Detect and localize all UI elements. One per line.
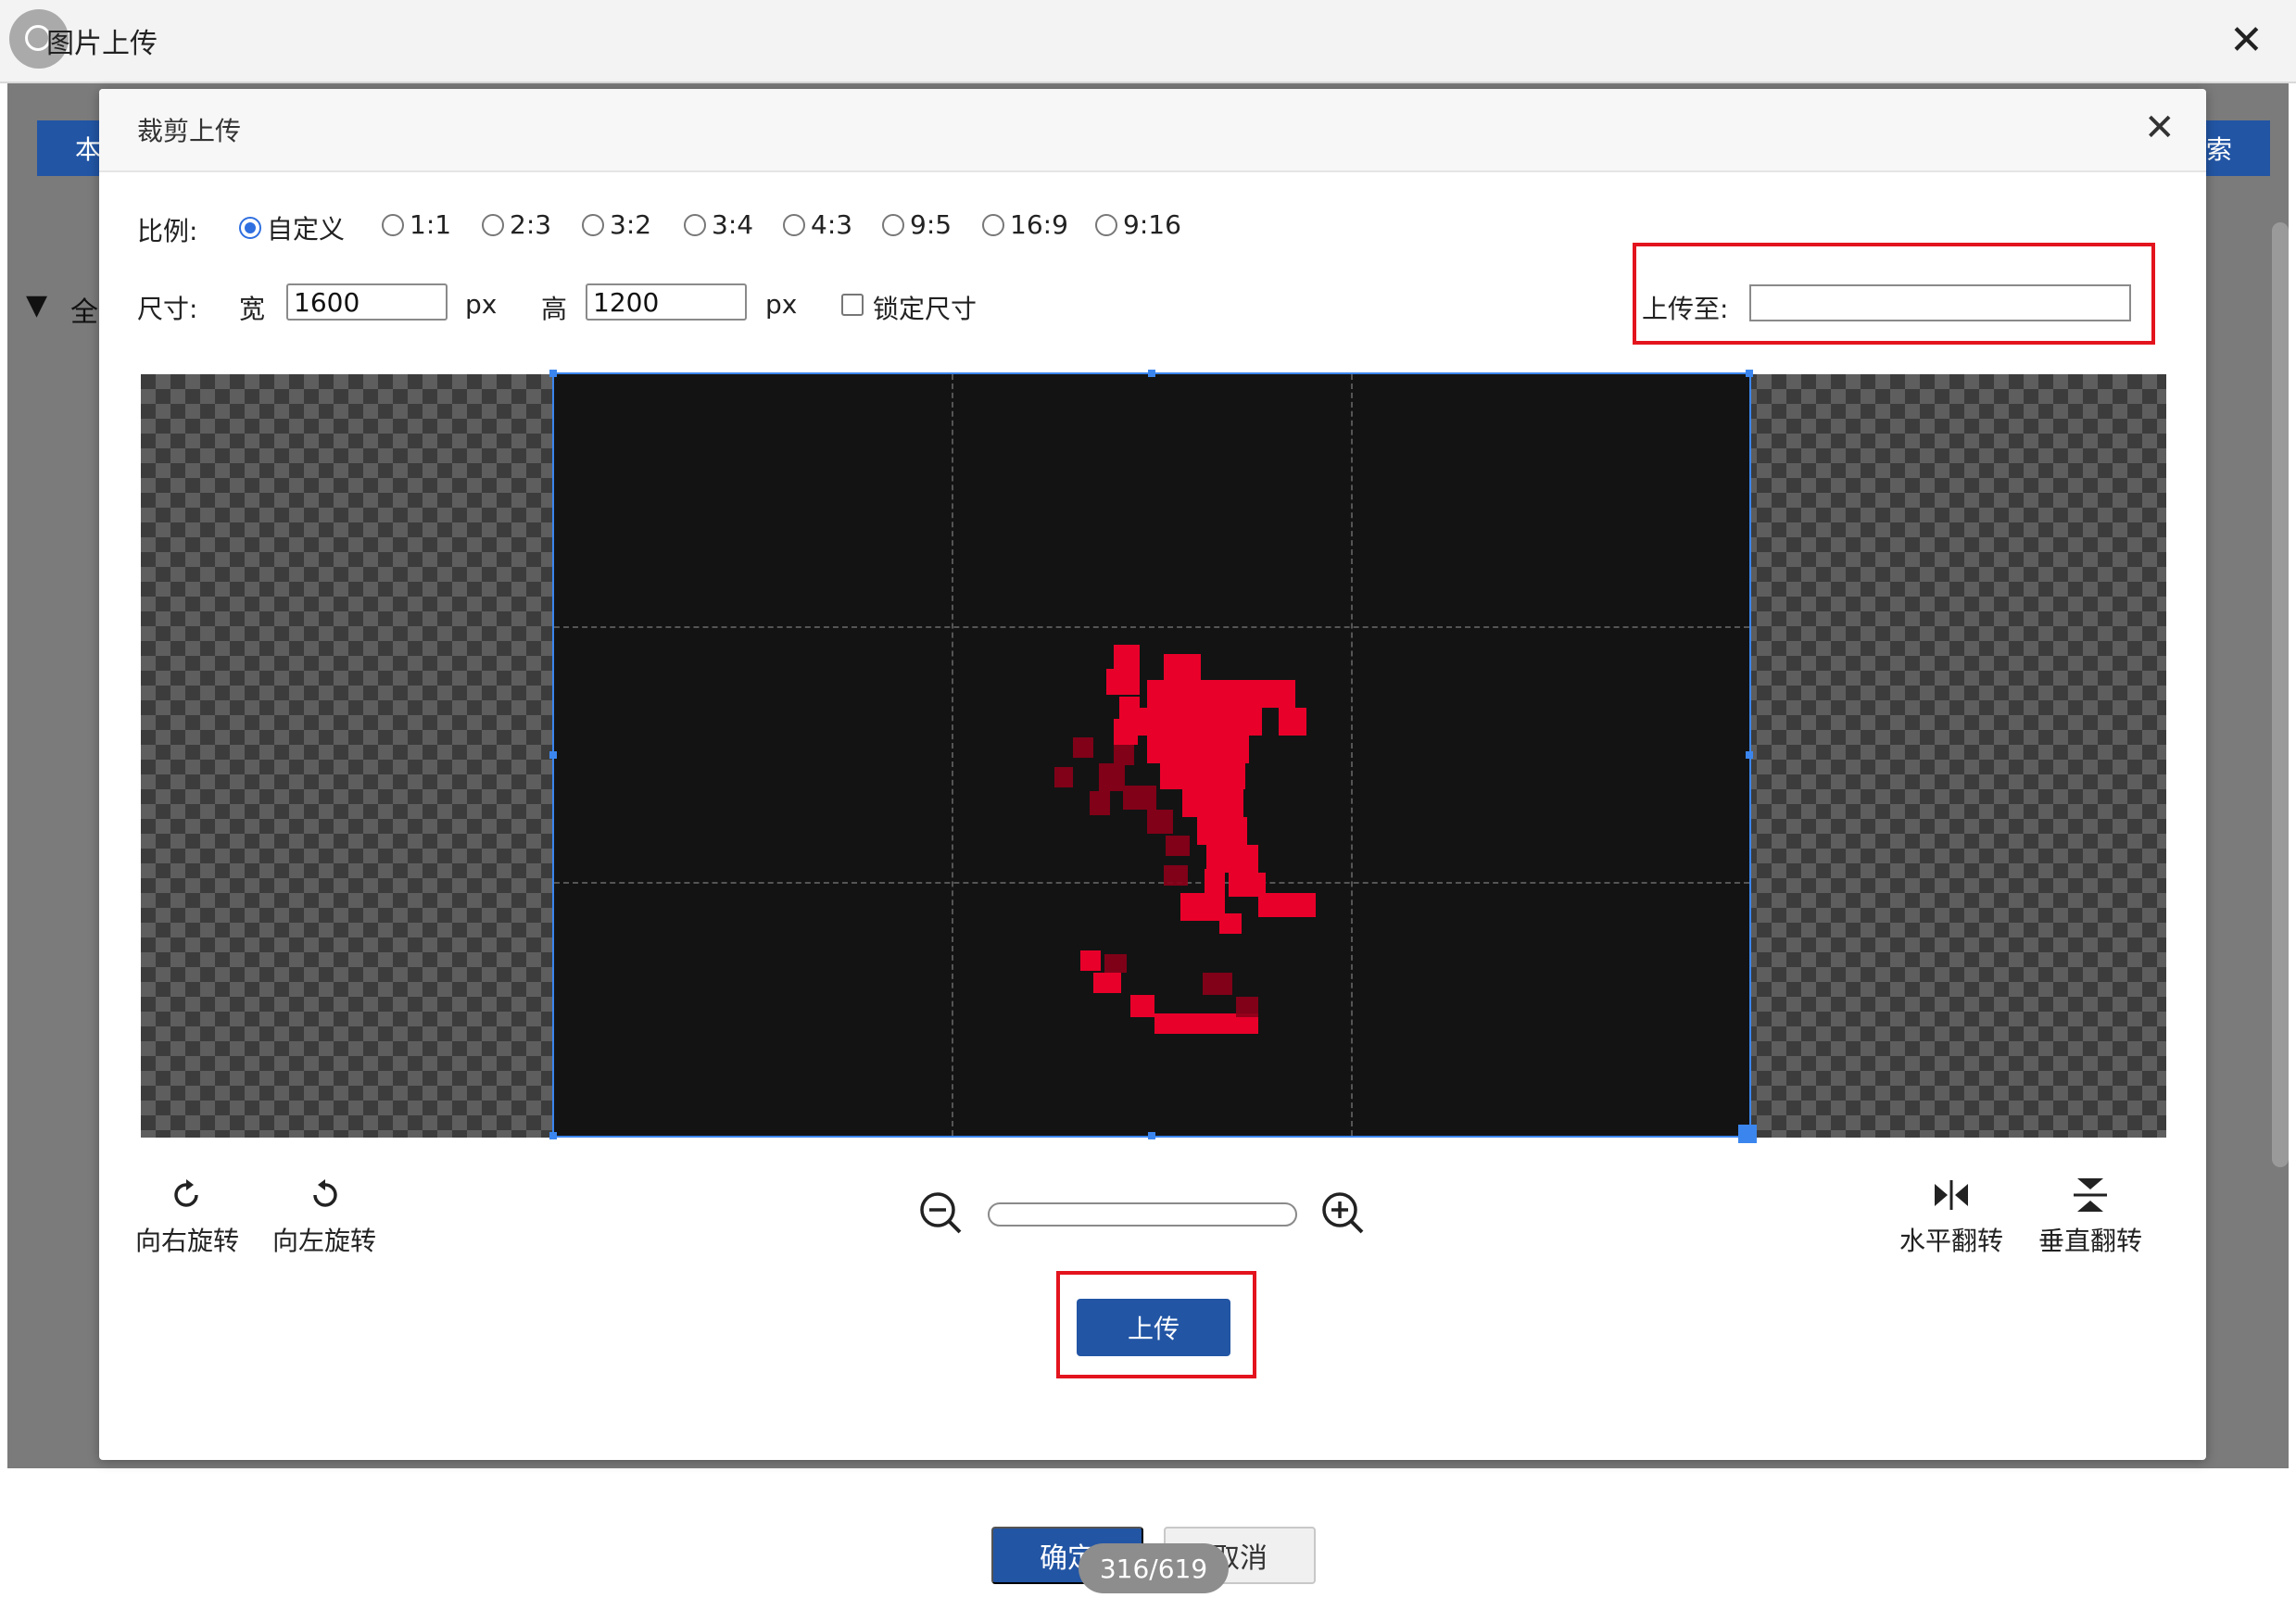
ratio-option-9-16[interactable]: 9:16 [1095,209,1181,240]
height-unit: px [765,289,798,320]
ratio-option-label: 4:3 [811,209,853,240]
ratio-option-3-2[interactable]: 3:2 [582,209,651,240]
ratio-option-9-5[interactable]: 9:5 [882,209,952,240]
tree-root-label: 全 [70,296,98,329]
radio-unchecked-icon[interactable] [783,213,805,236]
crop-handle[interactable] [1148,370,1155,377]
ratio-option-label: 2:3 [510,209,552,240]
rotate-right-label: 向右旋转 [135,1226,240,1256]
tree-expand-icon: ▼ [26,289,48,321]
window-titlebar [0,0,2296,83]
window-close-icon[interactable]: ✕ [2229,19,2264,63]
radio-unchecked-icon[interactable] [982,213,1004,236]
lock-size-checkbox[interactable] [841,294,864,316]
ratio-option-label: 9:5 [910,209,952,240]
background-scrollbar [2272,222,2289,1167]
rotate-right-icon [174,1179,198,1207]
upload-to-input[interactable] [1749,284,2131,321]
dialog-header [99,89,2206,172]
height-input[interactable] [586,283,747,321]
ratio-option-label: 9:16 [1123,209,1181,240]
flip-vertical-label: 垂直翻转 [2038,1226,2143,1256]
radio-unchecked-icon[interactable] [382,213,404,236]
zoom-out-icon[interactable] [917,1189,965,1238]
dialog-close-icon[interactable]: ✕ [2144,107,2176,148]
radio-unchecked-icon[interactable] [1095,213,1117,236]
zoom-in-icon[interactable] [1319,1189,1368,1238]
window-title: 图片上传 [46,28,158,60]
image-page-counter: 316/619 [1079,1543,1229,1593]
ratio-label: 比例: [137,216,198,246]
flip-vertical-button[interactable]: 垂直翻转 [2038,1176,2142,1258]
ratio-option-4-3[interactable]: 4:3 [783,209,852,240]
rotate-left-button[interactable]: 向左旋转 [272,1176,376,1258]
crop-resize-handle[interactable] [1738,1125,1757,1143]
height-label: 高 [541,294,568,324]
flip-horizontal-label: 水平翻转 [1899,1226,2004,1256]
ratio-option-label: 3:2 [610,209,652,240]
crop-selection-box[interactable] [549,370,1753,1139]
crop-handle[interactable] [549,1132,557,1139]
zoom-slider[interactable] [988,1202,1297,1227]
width-unit: px [465,289,498,320]
radio-unchecked-icon[interactable] [684,213,706,236]
lock-size-label: 锁定尺寸 [873,294,978,324]
crop-handle[interactable] [549,370,557,377]
radio-unchecked-icon[interactable] [582,213,604,236]
ratio-option-16-9[interactable]: 16:9 [982,209,1068,240]
width-label: 宽 [239,294,266,324]
ratio-option-label: 3:4 [712,209,754,240]
upload-button[interactable]: 上传 [1077,1299,1230,1356]
width-input[interactable] [286,283,448,321]
radio-unchecked-icon[interactable] [882,213,904,236]
radio-checked-icon[interactable] [239,217,261,239]
ratio-option-custom[interactable]: 自定义 [239,209,345,246]
rotate-left-icon [313,1179,337,1207]
logo-image [1054,645,1316,1034]
ratio-option-label: 16:9 [1010,209,1068,240]
crop-handle[interactable] [1746,751,1753,759]
flip-horizontal-icon [1935,1180,1968,1210]
crop-handle[interactable] [1148,1132,1155,1139]
upload-to-label: 上传至: [1642,294,1729,324]
size-label: 尺寸: [137,294,198,324]
flip-horizontal-button[interactable]: 水平翻转 [1899,1176,2003,1258]
crop-handle[interactable] [549,751,557,759]
flip-vertical-icon [2074,1178,2107,1212]
ratio-option-label: 自定义 [267,214,346,245]
rotate-left-label: 向左旋转 [272,1226,377,1256]
crop-handle[interactable] [1746,370,1753,377]
dialog-title: 裁剪上传 [137,116,242,146]
radio-unchecked-icon[interactable] [482,213,504,236]
ratio-option-3-4[interactable]: 3:4 [684,209,753,240]
ratio-option-2-3[interactable]: 2:3 [482,209,551,240]
rotate-right-button[interactable]: 向右旋转 [135,1176,239,1258]
ratio-option-label: 1:1 [410,209,452,240]
ratio-option-1-1[interactable]: 1:1 [382,209,451,240]
